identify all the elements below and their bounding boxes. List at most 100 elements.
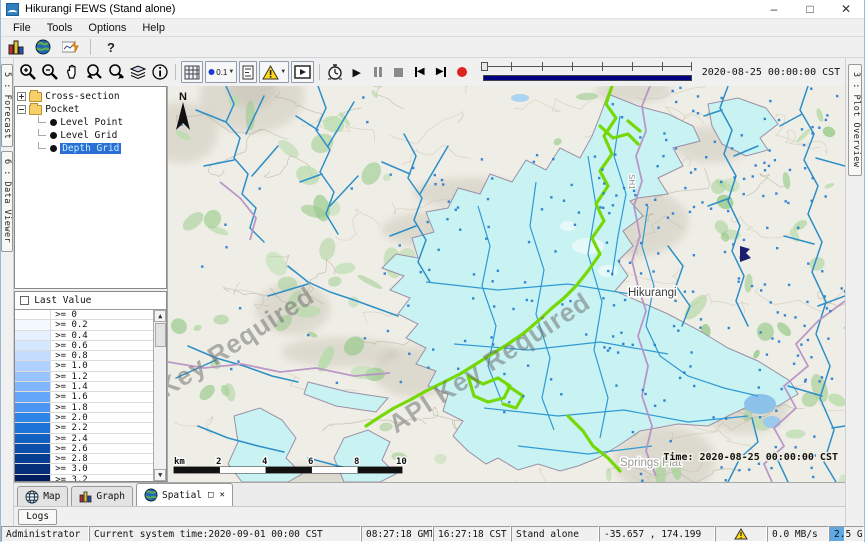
logs-bar: Logs <box>14 506 845 526</box>
minimize-button[interactable]: – <box>756 0 792 18</box>
legend-row: >= 1.2 <box>15 372 153 382</box>
folder-icon <box>29 92 42 102</box>
legend-class-label: >= 0 <box>51 310 77 319</box>
legend-color-swatch <box>15 464 51 473</box>
tab-spatial[interactable]: Spatial □ ✕ <box>136 483 233 506</box>
map-time-label: Time: 2020-08-25 00:00:00 CST <box>664 451 839 463</box>
pause-button[interactable] <box>368 62 387 82</box>
legend-scrollbar[interactable]: ▲ ▼ <box>153 310 166 481</box>
forecast-chart-icon[interactable] <box>6 38 26 56</box>
map-canvas[interactable]: API Key Required API Key Required Hikura… <box>168 86 845 482</box>
svg-text:10: 10 <box>396 457 407 467</box>
scroll-down-icon[interactable]: ▼ <box>154 469 166 481</box>
menu-tools[interactable]: Tools <box>39 21 81 35</box>
tree-item-level-grid[interactable]: Level Grid <box>17 129 164 142</box>
maximize-button[interactable]: □ <box>792 0 828 18</box>
app-icon <box>6 3 19 16</box>
open-animation-button[interactable] <box>291 61 314 83</box>
tab-graph[interactable]: Graph <box>71 486 133 506</box>
legend-color-swatch <box>15 351 51 360</box>
globe-icon <box>144 488 158 502</box>
legend-row: >= 1.6 <box>15 392 153 402</box>
zoom-previous-icon[interactable] <box>84 61 104 83</box>
legend-color-swatch <box>15 454 51 463</box>
chevron-down-icon[interactable]: ▼ <box>280 69 286 75</box>
legend-class-label: >= 1.8 <box>51 403 88 412</box>
close-button[interactable]: ✕ <box>828 0 864 18</box>
zoom-next-icon[interactable] <box>106 61 126 83</box>
legend-row: >= 2.8 <box>15 454 153 464</box>
status-mode: Stand alone <box>511 526 599 542</box>
play-button[interactable]: ▶ <box>347 62 366 82</box>
legend-color-swatch <box>15 310 51 319</box>
contour-value-button[interactable]: 0.1 ▼ <box>205 61 237 83</box>
view-tabs: Map Graph Spatial □ ✕ <box>14 482 845 506</box>
time-slider-rail <box>483 66 691 67</box>
tab-close-icon[interactable]: ✕ <box>219 490 224 500</box>
record-button[interactable] <box>452 62 471 82</box>
tab-plot-overview[interactable]: 3 : Plot Overview <box>848 64 862 176</box>
animation-timer-icon[interactable] <box>325 61 345 83</box>
export-timeseries-icon[interactable] <box>60 38 80 56</box>
status-warning-cell[interactable] <box>715 526 767 542</box>
legend-color-swatch <box>15 475 51 481</box>
tree-item-pocket[interactable]: Pocket <box>17 103 164 116</box>
pan-hand-icon[interactable] <box>62 61 82 83</box>
tree-item-cross-section[interactable]: Cross-section <box>17 90 164 103</box>
zoom-in-icon[interactable] <box>18 61 38 83</box>
legend-class-label: >= 2.2 <box>51 423 88 432</box>
step-back-button[interactable]: ◀ <box>410 62 429 82</box>
status-local-time: 16:27:18 CST <box>433 526 511 542</box>
logs-button[interactable]: Logs <box>18 509 57 525</box>
toolbar-separator <box>175 64 176 80</box>
step-forward-button[interactable]: ▶ <box>431 62 450 82</box>
tab-maximize-icon[interactable]: □ <box>208 490 213 500</box>
legend-row: >= 3.2 <box>15 475 153 481</box>
layers-icon[interactable] <box>128 61 148 83</box>
time-slider[interactable] <box>481 60 693 84</box>
svg-text:6: 6 <box>308 457 313 467</box>
last-value-checkbox[interactable] <box>20 296 29 305</box>
legend-row: >= 1.8 <box>15 403 153 413</box>
menu-file[interactable]: File <box>5 21 39 35</box>
scroll-thumb[interactable] <box>155 323 166 347</box>
window-controls: – □ ✕ <box>756 0 864 18</box>
tab-forecast[interactable]: 5 : Forecast <box>1 64 13 147</box>
tab-data-viewer[interactable]: 6 : Data Viewer <box>1 151 13 251</box>
legend-color-swatch <box>15 392 51 401</box>
toolbar-separator <box>90 39 91 55</box>
help-button[interactable]: ? <box>101 38 121 56</box>
legend-class-label: >= 3.0 <box>51 464 88 473</box>
status-system-time: Current system time:2020-09-01 00:00 CST <box>89 526 361 542</box>
tree-item-depth-grid[interactable]: Depth Grid <box>17 142 164 155</box>
info-icon[interactable] <box>150 61 170 83</box>
collapse-icon[interactable] <box>17 105 26 114</box>
menu-options[interactable]: Options <box>80 21 134 35</box>
legend-row: >= 0.2 <box>15 320 153 330</box>
stop-button[interactable] <box>389 62 408 82</box>
left-tab-strip: 5 : Forecast 6 : Data Viewer <box>1 58 14 526</box>
tab-map[interactable]: Map <box>17 486 68 506</box>
globe-icon[interactable] <box>33 38 53 56</box>
tree-guide <box>38 142 46 149</box>
zoom-out-icon[interactable] <box>40 61 60 83</box>
warning-thresholds-button[interactable]: ▼ <box>259 61 289 83</box>
status-gmt-time: 08:27:18 GMT <box>361 526 433 542</box>
chevron-down-icon[interactable]: ▼ <box>228 69 234 75</box>
scalebar-button[interactable] <box>239 61 257 83</box>
time-slider-thumb[interactable] <box>481 62 488 71</box>
legend-color-swatch <box>15 382 51 391</box>
menu-help[interactable]: Help <box>134 21 173 35</box>
legend-row: >= 0.8 <box>15 351 153 361</box>
grid-display-button[interactable] <box>181 61 203 83</box>
scroll-up-icon[interactable]: ▲ <box>154 310 166 322</box>
status-coordinates: -35.657 , 174.199 <box>599 526 715 542</box>
expand-icon[interactable] <box>17 92 26 101</box>
legend-class-label: >= 1.6 <box>51 392 88 401</box>
legend-class-label: >= 0.2 <box>51 320 88 329</box>
legend-class-list: >= 0>= 0.2>= 0.4>= 0.6>= 0.8>= 1.0>= 1.2… <box>15 310 153 481</box>
tree-item-level-point[interactable]: Level Point <box>17 116 164 129</box>
legend-panel: Last Value >= 0>= 0.2>= 0.4>= 0.6>= 0.8>… <box>14 291 167 482</box>
legend-row: >= 0 <box>15 310 153 320</box>
layer-dot-icon <box>50 132 57 139</box>
